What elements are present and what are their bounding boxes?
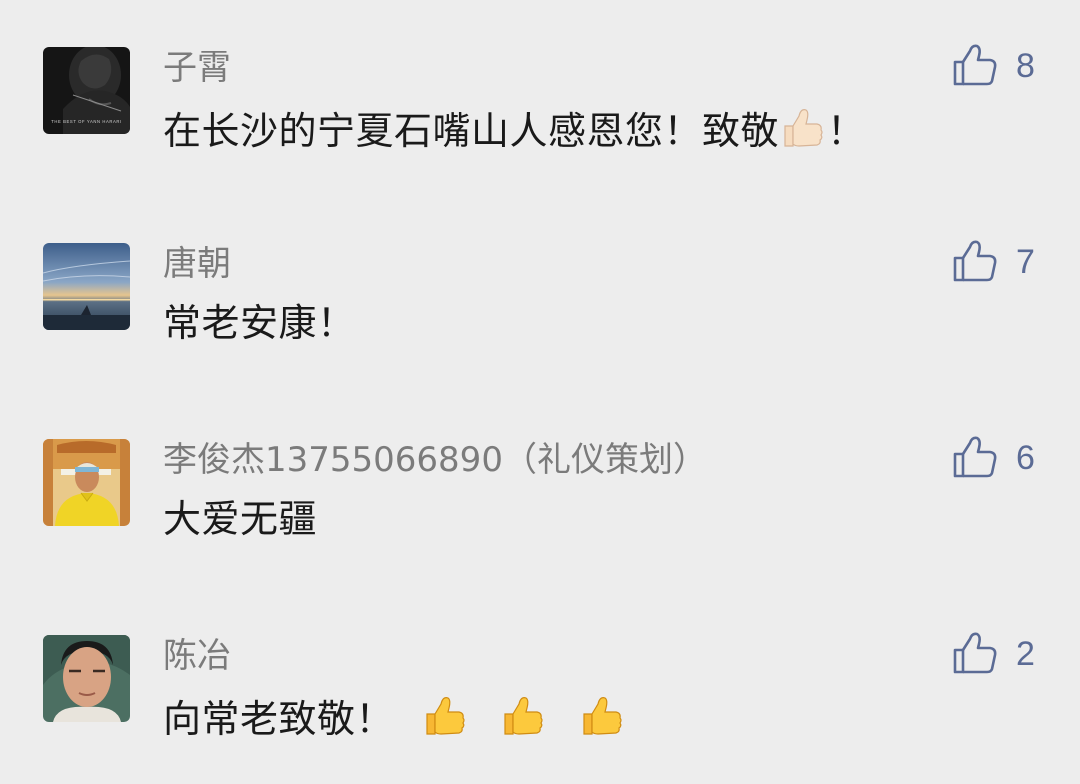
like-count: 7: [1016, 242, 1035, 281]
comment-author[interactable]: 子霄: [163, 48, 231, 88]
comment-item: 唐朝 常老安康！ 7: [0, 196, 1080, 392]
comment-text-suffix: ！: [827, 109, 866, 153]
avatar-caption: THE BEST OF YANN HARARI: [51, 119, 122, 124]
comment-text: 大爱无疆: [163, 497, 318, 541]
like-count: 8: [1016, 46, 1035, 85]
like-count: 2: [1016, 634, 1035, 673]
like-button[interactable]: 2: [952, 630, 1035, 678]
comment-text-body: 在长沙的宁夏石嘴山人感恩您！致敬: [163, 109, 780, 153]
thumbs-up-emoji-icon: [421, 692, 469, 740]
like-button[interactable]: 7: [952, 238, 1035, 286]
thumbs-up-outline-icon: [953, 44, 997, 86]
like-button[interactable]: 8: [952, 42, 1035, 90]
comment-author[interactable]: 唐朝: [163, 244, 231, 284]
avatar[interactable]: THE BEST OF YANN HARARI: [43, 47, 130, 134]
comment-text: 向常老致敬！: [163, 692, 626, 742]
avatar[interactable]: [43, 243, 130, 330]
thumbs-up-outline-icon: [953, 632, 997, 674]
comment-item: 陈冶 向常老致敬！ 2: [0, 588, 1080, 784]
thumbs-up-emoji-icon: [499, 692, 547, 740]
comment-item: THE BEST OF YANN HARARI 子霄 在长沙的宁夏石嘴山人感恩您…: [0, 0, 1080, 196]
avatar[interactable]: [43, 439, 130, 526]
comment-text-body: 向常老致敬！: [163, 697, 395, 741]
comment-author[interactable]: 李俊杰13755066890（礼仪策划）: [163, 440, 707, 480]
thumbs-up-outline-icon: [953, 240, 997, 282]
like-count: 6: [1016, 438, 1035, 477]
comment-text: 常老安康！: [163, 301, 356, 345]
thumbs-up-emoji-icon: [578, 692, 626, 740]
comment-author[interactable]: 陈冶: [163, 636, 231, 676]
thumbs-up-emoji-icon: [779, 104, 827, 152]
like-button[interactable]: 6: [952, 434, 1035, 482]
avatar[interactable]: [43, 635, 130, 722]
comment-item: 李俊杰13755066890（礼仪策划） 大爱无疆 6: [0, 392, 1080, 588]
comment-text: 在长沙的宁夏石嘴山人感恩您！致敬 ！: [163, 104, 866, 154]
thumbs-up-outline-icon: [953, 436, 997, 478]
